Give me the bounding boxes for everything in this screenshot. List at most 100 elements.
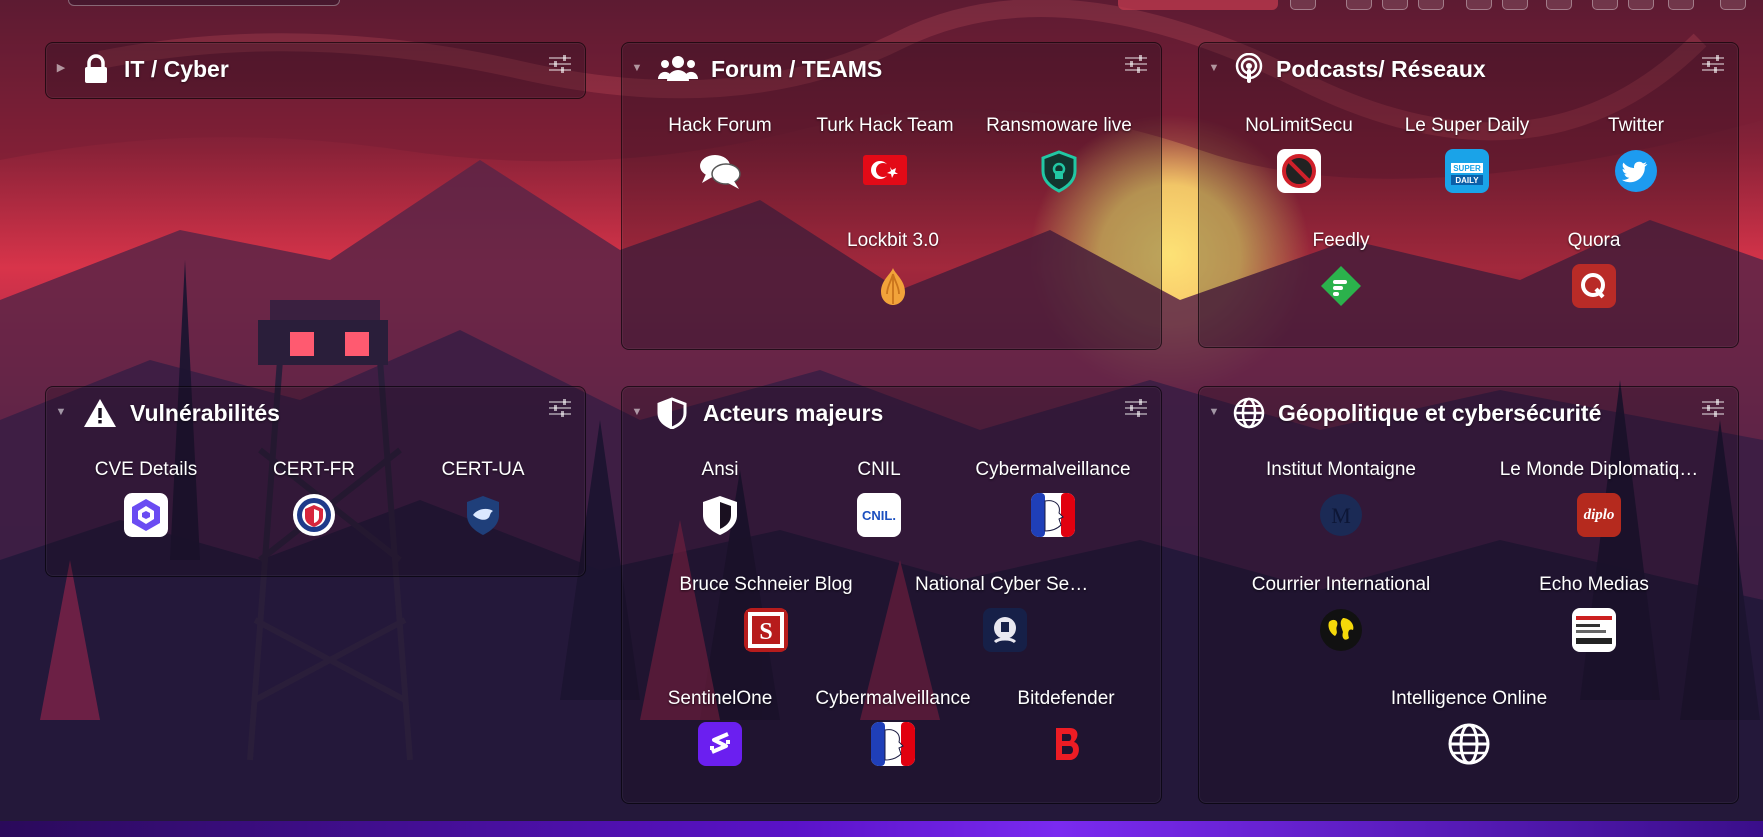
tile-label: Le Super Daily — [1404, 115, 1530, 136]
svg-text:S: S — [759, 619, 772, 645]
toolbar-button[interactable] — [1418, 0, 1444, 10]
toolbar-button[interactable] — [1628, 0, 1654, 10]
super-daily-icon: SUPER DAILY — [1445, 149, 1489, 193]
panel-title: Géopolitique et cybersécurité — [1278, 400, 1602, 426]
bookmark-tile[interactable]: CVE Details — [56, 457, 236, 547]
panel-it-cyber: ▶ IT / Cyber — [45, 42, 586, 99]
collapse-chevron-icon[interactable]: ▼ — [1207, 405, 1221, 419]
bookmark-tile[interactable]: Cybermalveillance — [803, 686, 983, 776]
panel-title: Vulnérabilités — [130, 400, 280, 426]
bookmark-tile[interactable]: Quora — [1504, 228, 1684, 318]
bookmark-tile[interactable]: Echo Medias — [1504, 572, 1684, 662]
cnil-icon: CNIL. — [857, 493, 901, 537]
settings-sliders-icon[interactable] — [1125, 399, 1147, 417]
collapse-chevron-icon[interactable]: ▼ — [630, 61, 644, 75]
lock-icon — [85, 54, 107, 83]
tile-label: Bruce Schneier Blog — [679, 574, 853, 595]
settings-sliders-icon[interactable] — [1702, 55, 1724, 73]
bookmark-tile[interactable]: Hack Forum — [630, 113, 810, 203]
collapse-chevron-icon[interactable]: ▼ — [54, 405, 68, 419]
bookmark-tile[interactable]: National Cyber Secur… — [915, 572, 1095, 662]
feedly-icon — [1321, 266, 1361, 306]
bookmark-tile[interactable]: CERT-FR — [224, 457, 404, 547]
bitdefender-icon — [1056, 728, 1079, 760]
tile-label: CERT-FR — [273, 459, 355, 480]
courrier-globe-icon — [1320, 609, 1362, 651]
tile-label: Twitter — [1608, 115, 1664, 136]
tile-label: Bitdefender — [1017, 688, 1115, 709]
tile-label: Echo Medias — [1539, 574, 1649, 595]
top-field[interactable] — [1118, 0, 1278, 10]
bookmark-tile[interactable]: CNIL CNIL. — [789, 457, 969, 547]
bookmark-tile[interactable]: Ansi — [630, 457, 810, 547]
search-input[interactable] — [68, 0, 340, 6]
bookmark-tile[interactable]: Turk Hack Team — [795, 113, 975, 203]
toolbar-button[interactable] — [1466, 0, 1492, 10]
tile-label: Intelligence Online — [1390, 688, 1548, 709]
bookmark-tile[interactable]: Cybermalveillance — [963, 457, 1143, 547]
svg-text:SUPER: SUPER — [1453, 164, 1481, 173]
panel-header[interactable]: ▼ Vulnérabilités — [46, 387, 585, 439]
users-icon — [658, 56, 698, 81]
panel-title: Podcasts/ Réseaux — [1276, 56, 1486, 82]
top-toolbar — [0, 0, 1763, 12]
toolbar-button[interactable] — [1720, 0, 1746, 10]
svg-text:DAILY: DAILY — [1455, 176, 1479, 185]
toolbar-button[interactable] — [1290, 0, 1316, 10]
tile-label: National Cyber Secur… — [915, 574, 1095, 595]
panel-header[interactable]: ▼ Forum / TEAMS — [622, 43, 1161, 95]
toolbar-button[interactable] — [1382, 0, 1408, 10]
settings-sliders-icon[interactable] — [1702, 399, 1724, 417]
tile-label: SentinelOne — [667, 688, 773, 709]
collapse-chevron-icon[interactable]: ▼ — [630, 405, 644, 419]
bookmark-tile[interactable]: CERT-UA — [393, 457, 573, 547]
shield-lock-icon — [1041, 150, 1077, 193]
toolbar-button[interactable] — [1668, 0, 1694, 10]
bookmark-tile[interactable]: Le Monde Diplomatiq… diplo — [1489, 457, 1709, 547]
panel-header[interactable]: ▼ Podcasts/ Réseaux — [1199, 43, 1738, 95]
bookmark-tile[interactable]: Bitdefender — [976, 686, 1156, 776]
settings-sliders-icon[interactable] — [549, 399, 571, 417]
panel-title: Acteurs majeurs — [703, 400, 884, 426]
podcast-icon — [1235, 53, 1263, 83]
settings-sliders-icon[interactable] — [1125, 55, 1147, 73]
expand-chevron-icon[interactable]: ▶ — [54, 61, 68, 75]
tile-label: Le Monde Diplomatiq… — [1499, 459, 1699, 480]
twitter-icon — [1615, 150, 1657, 192]
panel-header[interactable]: ▼ Acteurs majeurs — [622, 387, 1161, 439]
bookmark-tile[interactable]: Institut Montaigne M — [1251, 457, 1431, 547]
collapse-chevron-icon[interactable]: ▼ — [1207, 61, 1221, 75]
bookmark-tile[interactable]: Feedly — [1251, 228, 1431, 318]
bookmark-tile[interactable]: Intelligence Online — [1369, 686, 1569, 776]
bookmark-tile[interactable]: SentinelOne — [630, 686, 810, 776]
panel-header[interactable]: ▼ Géopolitique et cybersécurité — [1199, 387, 1738, 439]
turkey-flag-icon — [863, 155, 907, 185]
anssi-shield-icon — [703, 496, 737, 535]
tile-label: CVE Details — [94, 459, 198, 480]
bookmark-tile[interactable]: Courrier International — [1233, 572, 1449, 662]
onion-icon — [881, 268, 905, 305]
toolbar-button[interactable] — [1502, 0, 1528, 10]
toolbar-button[interactable] — [1346, 0, 1372, 10]
tile-label: Courrier International — [1251, 574, 1431, 595]
panel-forum-teams: ▼ Forum / TEAMS Hack Forum Turk Hack Tea… — [621, 42, 1162, 350]
bookmark-tile[interactable]: Bruce Schneier Blog S — [676, 572, 856, 662]
schneier-icon: S — [744, 608, 788, 652]
echo-medias-icon — [1572, 608, 1616, 652]
bookmark-tile[interactable]: NoLimitSecu — [1209, 113, 1389, 203]
bookmark-tile[interactable]: Twitter — [1546, 113, 1726, 203]
globe-icon — [1448, 723, 1490, 765]
svg-text:M: M — [1331, 503, 1351, 528]
tile-label: CNIL — [857, 459, 901, 480]
tile-label: Feedly — [1312, 230, 1370, 251]
bookmark-tile[interactable]: Ransmoware live — [969, 113, 1149, 203]
panel-header[interactable]: ▶ IT / Cyber — [46, 43, 585, 95]
settings-sliders-icon[interactable] — [549, 55, 571, 73]
toolbar-button[interactable] — [1546, 0, 1572, 10]
bookmark-tile[interactable]: Le Super Daily SUPER DAILY — [1377, 113, 1557, 203]
bookmark-tile[interactable]: Lockbit 3.0 — [803, 228, 983, 318]
quora-icon — [1572, 264, 1616, 308]
cnil-logo-text: CNIL. — [862, 507, 896, 523]
toolbar-button[interactable] — [1592, 0, 1618, 10]
globe-icon — [1233, 397, 1265, 429]
